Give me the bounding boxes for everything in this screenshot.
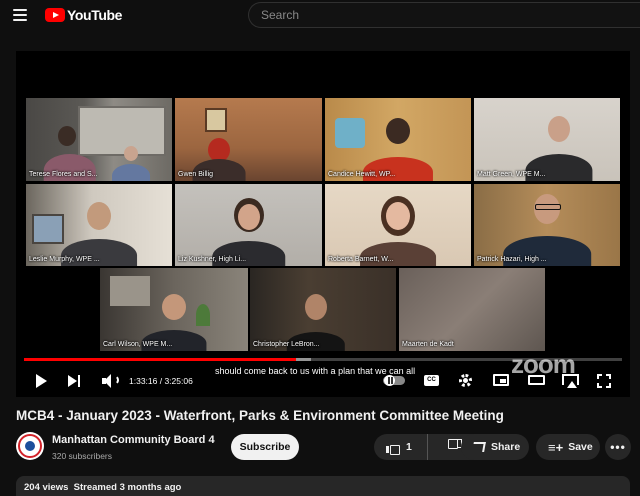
save-icon: ≡+ bbox=[548, 439, 564, 455]
share-icon bbox=[472, 442, 486, 452]
video-title: MCB4 - January 2023 - Waterfront, Parks … bbox=[16, 408, 504, 423]
stream-date: Streamed 3 months ago bbox=[73, 482, 182, 493]
like-icon bbox=[386, 441, 400, 455]
settings-icon[interactable] bbox=[459, 374, 472, 387]
share-label: Share bbox=[491, 441, 521, 453]
youtube-logo-icon bbox=[45, 8, 65, 22]
participant-tile-active-speaker: Carl Wilson, WPE M... bbox=[100, 268, 248, 351]
top-bar: YouTube bbox=[0, 0, 640, 30]
view-count: 204 views bbox=[24, 482, 69, 493]
logo-text: YouTube bbox=[67, 7, 123, 23]
cc-icon[interactable]: CC bbox=[424, 375, 439, 386]
participant-tile: Candice Hewitt, WP... bbox=[325, 98, 471, 181]
volume-wave-icon bbox=[113, 375, 119, 385]
participant-tile: Roberta Barnett, W... bbox=[325, 184, 471, 266]
participant-tile: Maarten de Kadt bbox=[399, 268, 545, 351]
video-player[interactable]: Terese Flores and S... Gwen Billig Candi… bbox=[16, 51, 630, 397]
participant-tile: Liz Kushner, High Li... bbox=[175, 184, 322, 266]
airplay-icon[interactable] bbox=[562, 374, 579, 388]
progress-played bbox=[24, 358, 297, 361]
participant-name: Leslie Murphy, WPE ... bbox=[29, 256, 100, 263]
like-button[interactable]: 1 bbox=[374, 434, 428, 460]
channel-name[interactable]: Manhattan Community Board 4 bbox=[52, 434, 215, 446]
play-icon[interactable] bbox=[34, 371, 48, 391]
participant-tile: Matt Green, WPE M... bbox=[474, 98, 620, 181]
player-controls: 1:33:16 / 3:25:06 CC bbox=[16, 367, 630, 395]
participant-tile: Terese Flores and S... bbox=[26, 98, 172, 181]
participant-name: Christopher LeBron... bbox=[253, 341, 320, 348]
participant-tile: Christopher LeBron... bbox=[250, 268, 396, 351]
autoplay-toggle[interactable] bbox=[383, 375, 405, 386]
participant-name: Patrick Hazari, High ... bbox=[477, 256, 547, 263]
save-label: Save bbox=[568, 441, 593, 453]
save-button[interactable]: ≡+ Save bbox=[536, 434, 600, 460]
participant-name: Candice Hewitt, WP... bbox=[328, 171, 396, 178]
next-icon[interactable] bbox=[68, 371, 82, 391]
like-count: 1 bbox=[406, 441, 412, 453]
menu-icon[interactable] bbox=[13, 9, 27, 21]
participant-name: Roberta Barnett, W... bbox=[328, 256, 394, 263]
participant-tile: Gwen Billig bbox=[175, 98, 322, 181]
participant-name: Liz Kushner, High Li... bbox=[178, 256, 247, 263]
subscriber-count: 320 subscribers bbox=[52, 451, 113, 461]
participant-name: Gwen Billig bbox=[178, 171, 214, 178]
video-meta: 204 views Streamed 3 months ago bbox=[24, 482, 181, 493]
avatar-emblem bbox=[25, 441, 35, 451]
share-button[interactable]: Share bbox=[461, 434, 529, 460]
youtube-logo[interactable]: YouTube bbox=[45, 7, 122, 23]
participant-name: Maarten de Kadt bbox=[402, 341, 454, 348]
participant-name: Terese Flores and S... bbox=[29, 171, 98, 178]
miniplayer-icon[interactable] bbox=[493, 374, 509, 386]
participant-tile: Leslie Murphy, WPE ... bbox=[26, 184, 172, 266]
search-input[interactable] bbox=[248, 2, 640, 28]
time-display: 1:33:16 / 3:25:06 bbox=[129, 376, 193, 386]
participant-name: Matt Green, WPE M... bbox=[477, 171, 546, 178]
channel-avatar[interactable] bbox=[16, 432, 44, 460]
theater-icon[interactable] bbox=[528, 375, 545, 385]
participant-name: Carl Wilson, WPE M... bbox=[103, 341, 173, 348]
fullscreen-icon[interactable] bbox=[597, 374, 611, 388]
subscribe-button[interactable]: Subscribe bbox=[231, 434, 299, 460]
participant-tile: Patrick Hazari, High ... bbox=[474, 184, 620, 266]
autoplay-pause-icon bbox=[388, 377, 390, 384]
progress-bar[interactable] bbox=[24, 358, 622, 361]
more-actions-button[interactable]: ••• bbox=[605, 434, 631, 460]
